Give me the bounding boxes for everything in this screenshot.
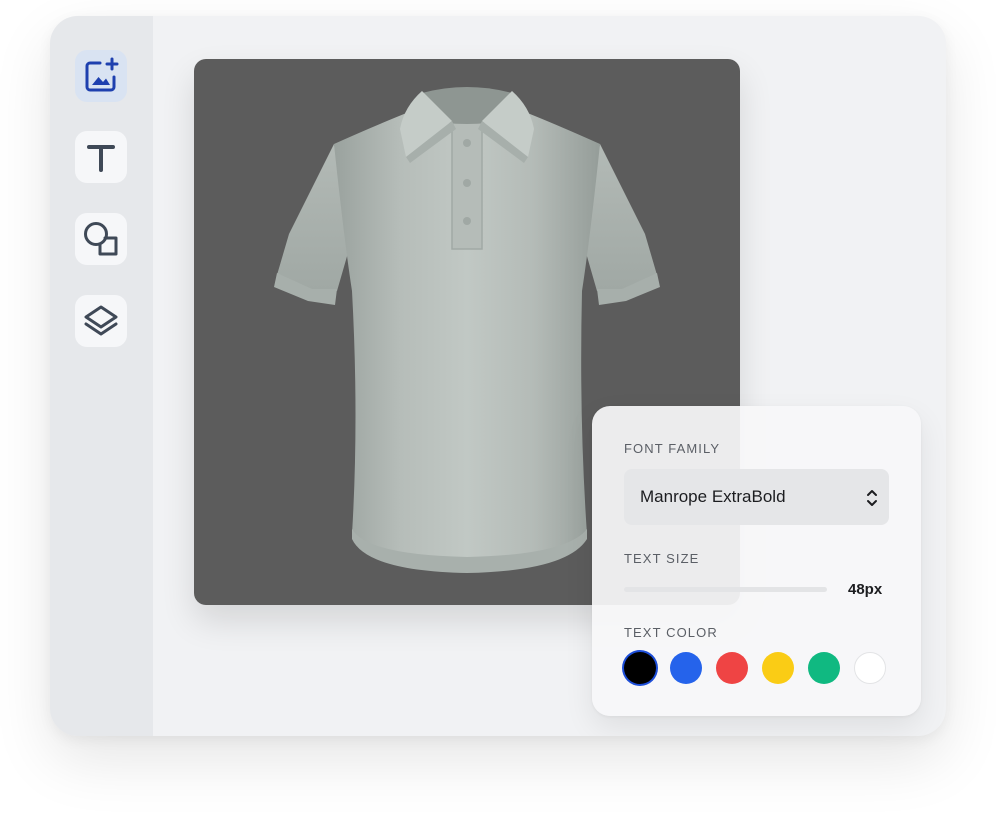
font-family-label: FONT FAMILY (624, 441, 721, 456)
text-t-icon (87, 145, 115, 172)
text-size-value: 48px (848, 581, 883, 598)
editor-window: FONT FAMILY Manrope ExtraBold TEXT SIZE … (50, 16, 946, 736)
image-plus-icon (85, 57, 119, 92)
font-family-value: Manrope ExtraBold (640, 487, 786, 506)
shapes-icon (84, 222, 118, 256)
shapes-tool-button[interactable] (75, 213, 127, 265)
text-properties-panel: FONT FAMILY Manrope ExtraBold TEXT SIZE … (592, 406, 921, 716)
font-family-select[interactable]: Manrope ExtraBold (624, 469, 889, 525)
text-tool-button[interactable] (75, 131, 127, 183)
layers-tool-button[interactable] (75, 295, 127, 347)
color-swatch-blue[interactable] (670, 652, 702, 684)
tool-sidebar (50, 16, 153, 736)
color-swatch-black[interactable] (624, 652, 656, 684)
text-size-slider[interactable] (624, 587, 827, 592)
text-color-label: TEXT COLOR (624, 625, 718, 640)
layers-icon (84, 305, 118, 336)
color-swatch-red[interactable] (716, 652, 748, 684)
color-swatch-white[interactable] (854, 652, 886, 684)
add-image-tool-button[interactable] (75, 50, 127, 102)
chevron-up-down-icon (867, 490, 877, 506)
color-swatch-green[interactable] (808, 652, 840, 684)
text-size-label: TEXT SIZE (624, 551, 700, 566)
color-swatch-yellow[interactable] (762, 652, 794, 684)
